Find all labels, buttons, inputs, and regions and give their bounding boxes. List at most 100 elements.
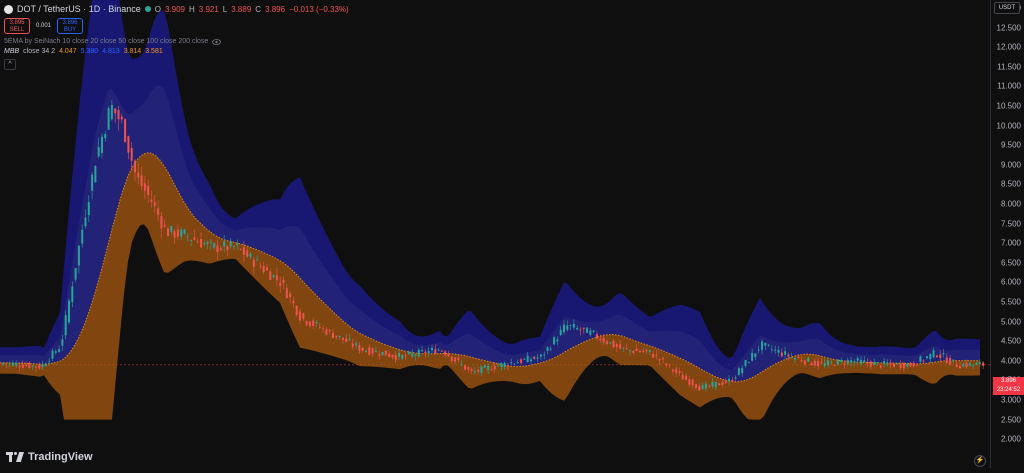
candle-body	[391, 354, 394, 358]
candle-body	[279, 282, 282, 286]
candle-body	[272, 275, 275, 277]
currency-label[interactable]: USDT	[994, 2, 1020, 14]
candle-body	[440, 350, 443, 352]
candle-body	[61, 339, 64, 346]
candle-body	[190, 240, 193, 241]
candle-body	[490, 369, 493, 371]
candle-body	[530, 359, 532, 362]
candle-body	[147, 185, 150, 195]
candle-body	[236, 243, 239, 246]
candle-body	[256, 259, 259, 261]
price-tick: 8.000	[1000, 199, 1021, 209]
candle-body	[790, 357, 793, 358]
candle-body	[384, 350, 387, 356]
candle-body	[902, 363, 905, 369]
candle-body	[64, 315, 67, 336]
candle-body	[473, 370, 476, 372]
candle-body	[470, 368, 473, 371]
candle-body	[361, 347, 364, 351]
polkadot-icon	[4, 4, 13, 14]
indicator-mbb[interactable]: MBB close 34 2 4.047 5.380 4.813 3.814 3…	[4, 48, 349, 55]
candle-body	[556, 339, 559, 342]
candle-body	[886, 363, 889, 365]
price-chart[interactable]	[0, 0, 990, 468]
candle-body	[869, 361, 872, 367]
candle-body	[447, 354, 450, 357]
price-tick: 2.500	[1000, 415, 1021, 425]
candle-body	[678, 371, 681, 373]
candle-body	[830, 361, 833, 363]
buy-button[interactable]: 3.896 BUY	[57, 18, 84, 34]
candle-body	[18, 366, 21, 368]
candle-body	[721, 382, 724, 385]
high-label: H	[188, 4, 195, 14]
sell-button[interactable]: 3.895 SELL	[4, 18, 30, 34]
candle-body	[54, 351, 57, 353]
mbb-value-1: 4.047	[59, 48, 77, 55]
candle-body	[520, 359, 523, 363]
candle-body	[968, 362, 971, 366]
candle-body	[846, 359, 849, 364]
collapse-legend-button[interactable]: ^	[4, 59, 16, 70]
candle-body	[226, 246, 229, 251]
low-value: 3.889	[231, 4, 252, 14]
candle-body	[764, 342, 767, 346]
candle-body	[77, 245, 80, 266]
price-tick: 12.500	[996, 23, 1021, 33]
candle-body	[170, 225, 173, 232]
chart-area[interactable]	[0, 0, 990, 468]
chart-legend: DOT / TetherUS · 1D · Binance O 3.909 H 3.…	[4, 3, 349, 70]
candle-body	[704, 383, 707, 389]
candle-body	[348, 338, 351, 340]
candle-body	[952, 359, 955, 361]
candle-body	[780, 352, 783, 357]
candle-body	[163, 224, 166, 227]
candle-body	[774, 349, 777, 351]
tradingview-logo[interactable]: TradingView	[6, 451, 93, 463]
candle-body	[500, 362, 503, 368]
candle-body	[51, 350, 54, 359]
candle-body	[398, 352, 400, 357]
open-label: O	[154, 4, 161, 14]
symbol-title[interactable]: DOT / TetherUS · 1D · Binance	[17, 4, 141, 14]
candle-body	[569, 325, 572, 326]
candle-body	[183, 229, 186, 234]
candle-body	[619, 344, 622, 349]
eye-icon[interactable]	[212, 38, 222, 45]
candle-body	[840, 359, 843, 362]
candle-body	[751, 352, 754, 361]
candle-body	[44, 364, 47, 367]
candle-body	[926, 356, 928, 358]
candle-body	[724, 381, 727, 383]
candle-body	[665, 363, 668, 366]
candle-body	[153, 202, 156, 206]
candle-body	[11, 362, 14, 366]
candle-body	[513, 363, 516, 365]
price-tick: 7.000	[1000, 238, 1021, 248]
mbb-value-5: 3.581	[145, 48, 163, 55]
candle-body	[322, 327, 325, 329]
candle-body	[698, 385, 701, 391]
candle-body	[262, 266, 265, 273]
candle-body	[609, 342, 612, 344]
candle-body	[427, 350, 430, 354]
candle-body	[579, 329, 582, 331]
candle-body	[549, 348, 552, 350]
candle-body	[341, 337, 344, 341]
candle-body	[899, 364, 902, 369]
candle-body	[503, 362, 506, 367]
price-axis[interactable]: 13.00012.50012.00011.50011.00010.50010.0…	[990, 0, 1024, 468]
indicator-ema[interactable]: 5EMA by SeiNach 10 close 20 close 50 clo…	[4, 38, 349, 45]
candle-body	[711, 381, 714, 387]
candle-body	[770, 349, 773, 351]
candle-body	[38, 364, 41, 369]
candle-body	[767, 344, 770, 346]
candle-body	[827, 360, 829, 366]
candle-body	[381, 351, 384, 356]
candle-body	[242, 247, 245, 255]
candle-body	[615, 343, 618, 348]
candle-body	[345, 338, 348, 342]
candle-body	[444, 351, 447, 356]
candle-body	[120, 116, 123, 120]
lightning-icon[interactable]: ⚡	[974, 455, 986, 467]
